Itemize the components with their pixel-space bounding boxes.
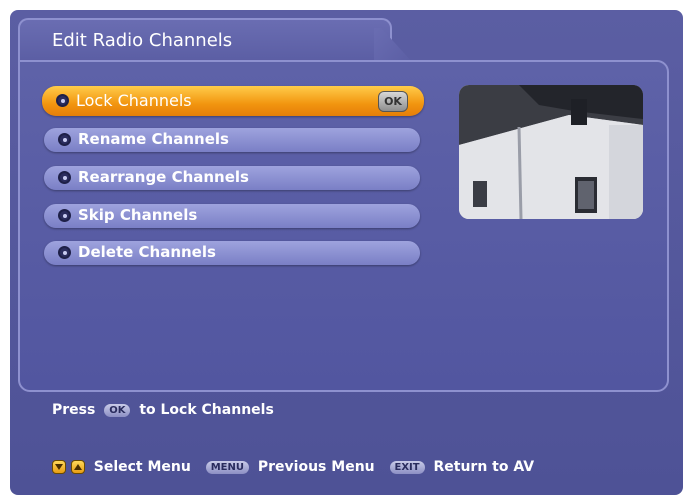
return-av-label: Return to AV	[433, 459, 535, 475]
menu-item-skip-channels[interactable]: Skip Channels	[44, 204, 420, 228]
hint-press: Press	[52, 402, 96, 418]
radio-dot-icon	[58, 209, 71, 222]
footer-legend: Select Menu MENU Previous Menu EXIT Retu…	[52, 459, 534, 475]
select-menu-label: Select Menu	[93, 459, 191, 475]
radio-dot-icon	[56, 94, 69, 107]
radio-dot-icon	[58, 246, 71, 259]
radio-dot-icon	[58, 171, 71, 184]
menu-item-label: Rearrange Channels	[78, 168, 249, 186]
menu-item-label: Skip Channels	[78, 206, 198, 224]
menu-key-icon: MENU	[205, 460, 250, 474]
previous-menu-label: Previous Menu	[257, 459, 375, 475]
preview-image	[459, 85, 643, 219]
up-down-arrow-icon	[52, 459, 85, 475]
hint-line: Press OK to Lock Channels	[52, 402, 274, 418]
up-arrow-icon	[70, 460, 85, 474]
menu-item-delete-channels[interactable]: Delete Channels	[44, 241, 420, 265]
menu-item-label: Lock Channels	[76, 91, 192, 110]
ok-key-icon: OK	[378, 91, 408, 112]
ok-key-icon: OK	[104, 403, 131, 417]
menu-item-rename-channels[interactable]: Rename Channels	[44, 128, 420, 152]
video-preview	[459, 85, 643, 219]
menu-item-label: Rename Channels	[78, 130, 229, 148]
radio-dot-icon	[58, 133, 71, 146]
menu-item-lock-channels[interactable]: Lock Channels OK	[42, 86, 424, 116]
menu-item-rearrange-channels[interactable]: Rearrange Channels	[44, 166, 420, 190]
down-arrow-icon	[52, 460, 66, 474]
exit-key-icon: EXIT	[389, 460, 425, 474]
page-title: Edit Radio Channels	[52, 30, 233, 51]
menu-item-label: Delete Channels	[78, 243, 216, 261]
hint-action: to Lock Channels	[139, 402, 274, 418]
